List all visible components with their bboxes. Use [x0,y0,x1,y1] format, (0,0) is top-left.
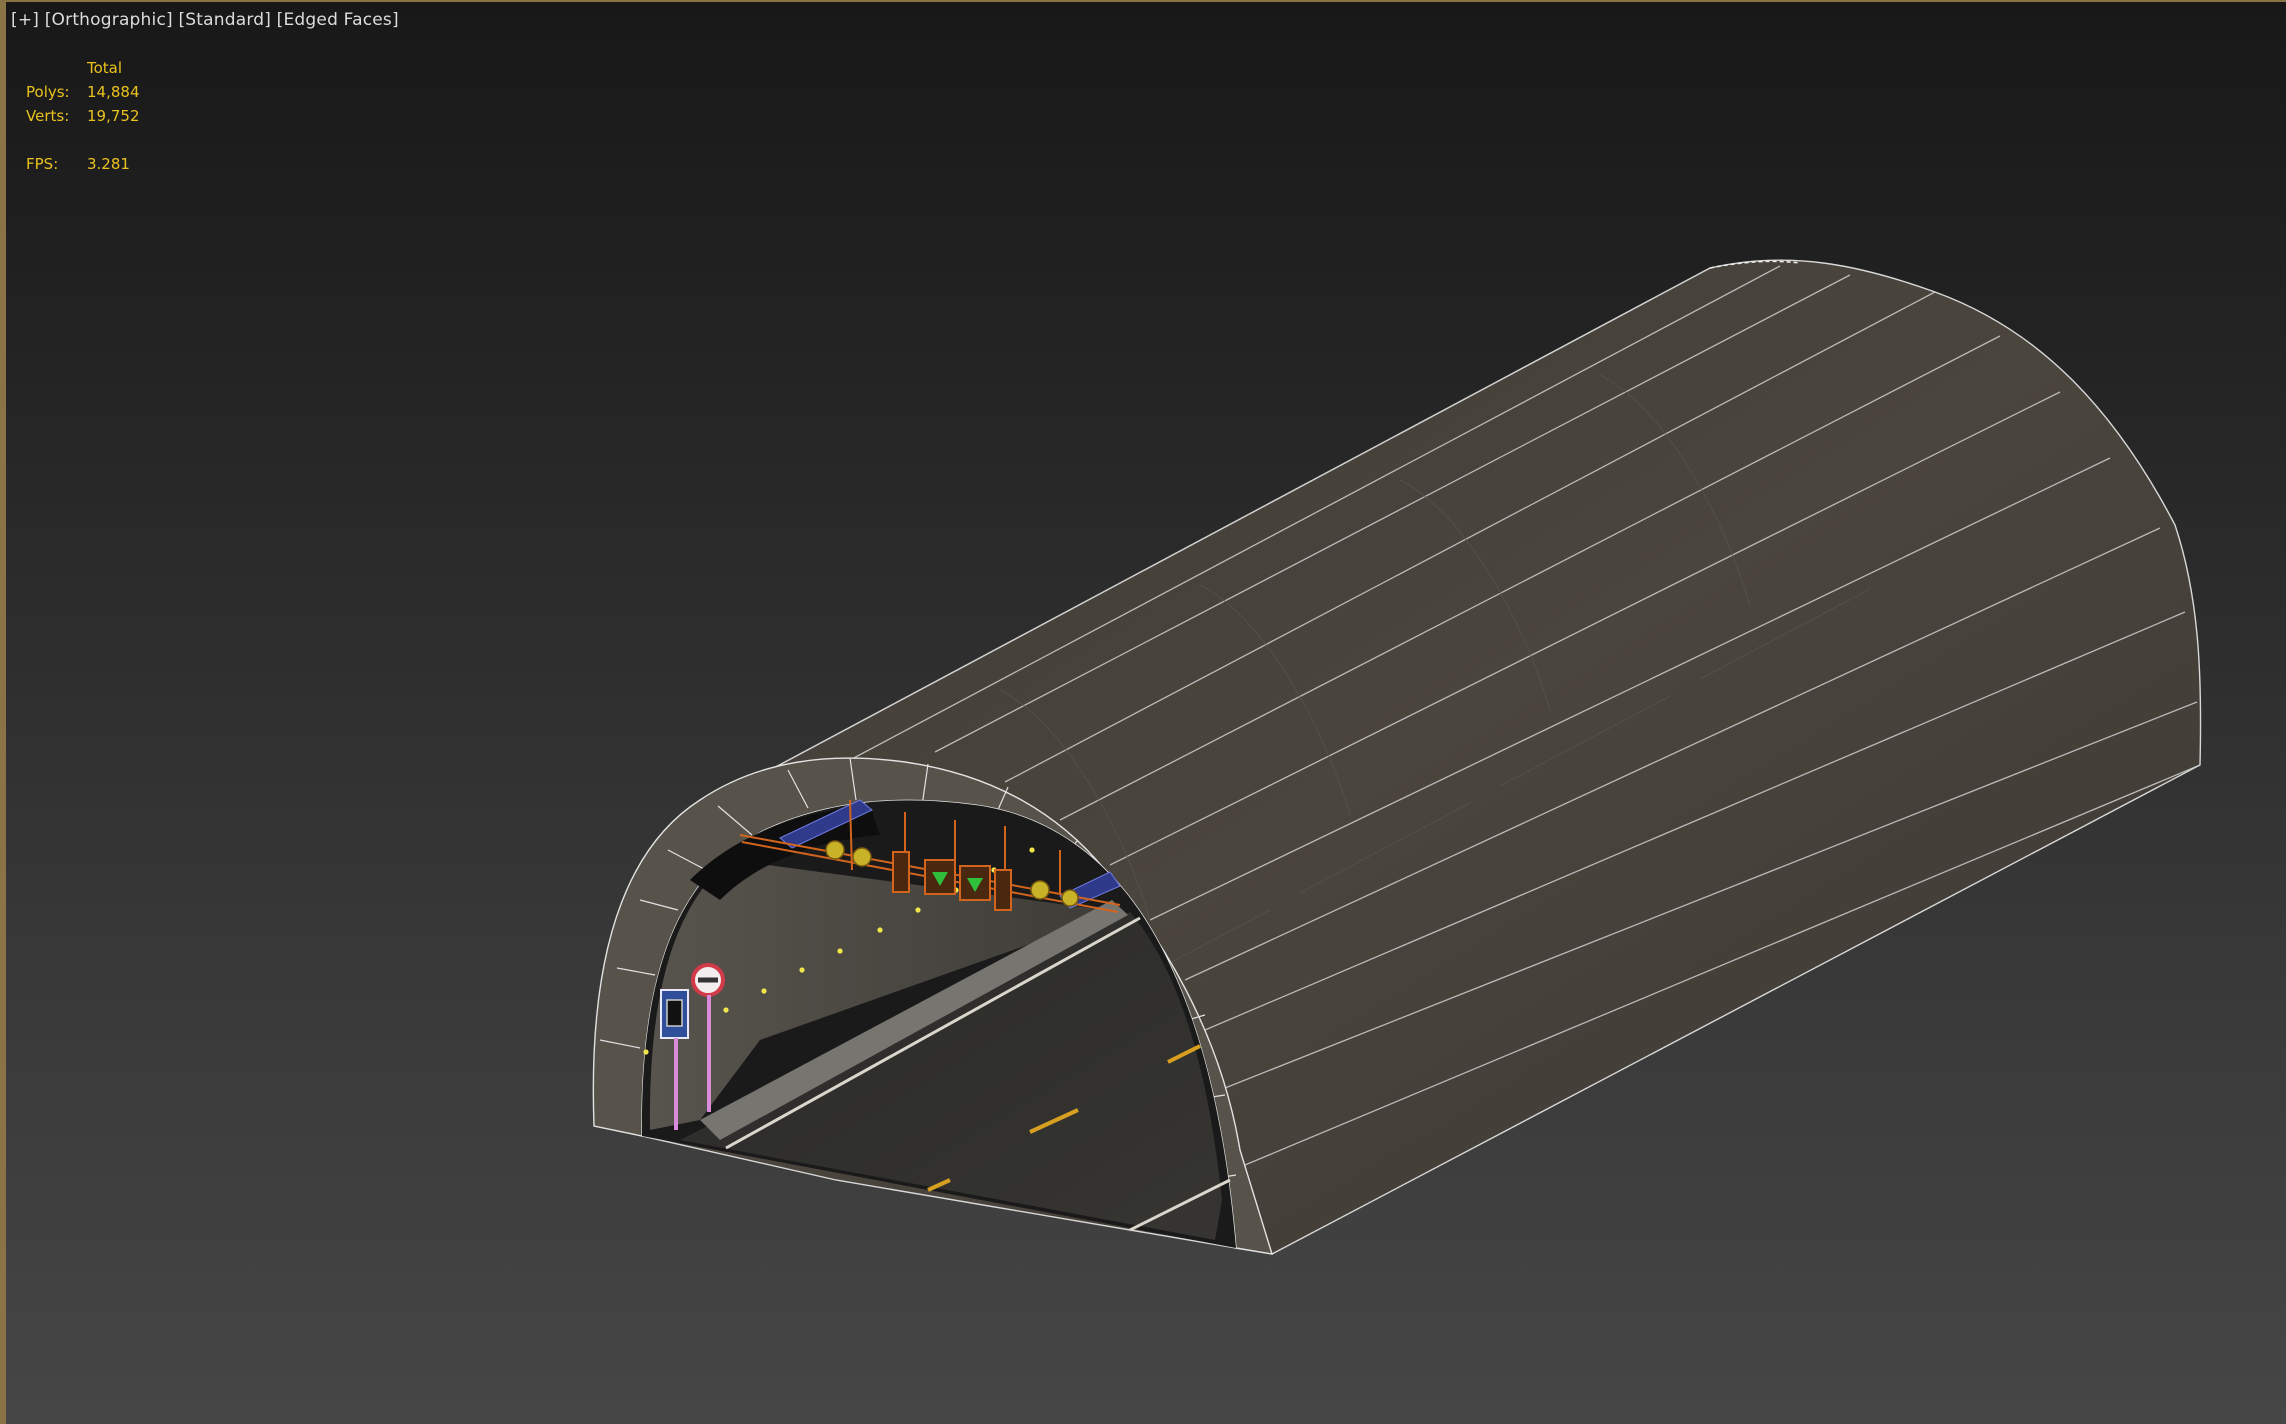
polys-value: 14,884 [87,83,140,101]
tunnel-scene[interactable] [0,0,2286,1424]
stats-header: Total [87,59,123,77]
fps-value: 3.281 [87,155,130,173]
polys-label: Polys: [26,83,70,101]
verts-value: 19,752 [87,107,140,125]
view-mode-label[interactable]: [Orthographic] [45,10,173,30]
viewport-menu-plus[interactable]: [+] [11,10,39,30]
verts-label: Verts: [26,107,70,125]
viewport-label[interactable]: [+] [Orthographic] [Standard] [Edged Fac… [11,10,399,30]
edge-mode-label[interactable]: [Edged Faces] [277,10,399,30]
3d-viewport[interactable]: [+] [Orthographic] [Standard] [Edged Fac… [0,0,2286,1424]
shading-mode-label[interactable]: [Standard] [178,10,271,30]
fps-label: FPS: [26,155,59,173]
